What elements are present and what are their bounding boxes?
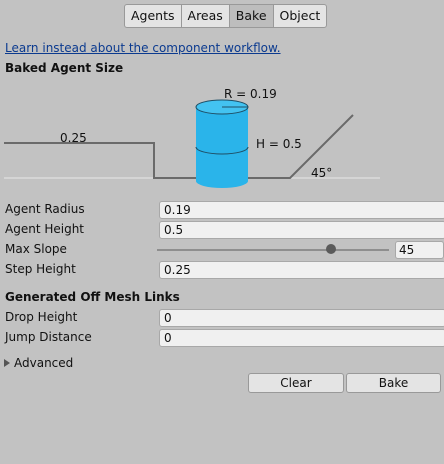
tab-areas[interactable]: Areas xyxy=(180,4,230,28)
agent-cylinder xyxy=(195,99,249,188)
max-slope-label: Max Slope xyxy=(5,242,67,256)
max-slope-input[interactable]: 45 xyxy=(395,241,444,259)
drop-height-input[interactable]: 0 xyxy=(159,309,444,327)
component-workflow-link[interactable]: Learn instead about the component workfl… xyxy=(5,41,281,55)
jump-distance-label: Jump Distance xyxy=(5,330,92,344)
step-height-field-label: Step Height xyxy=(5,262,76,276)
agent-size-diagram: 0.25 R = 0.19 H = 0.5 45° xyxy=(4,87,380,188)
height-label: H = 0.5 xyxy=(256,137,302,151)
slope-angle-label: 45° xyxy=(311,166,332,180)
step-height-label: 0.25 xyxy=(60,131,87,145)
advanced-foldout[interactable]: Advanced xyxy=(4,356,73,370)
tab-bake[interactable]: Bake xyxy=(228,4,274,28)
drop-height-label: Drop Height xyxy=(5,310,78,324)
drop-height-row: Drop Height 0 xyxy=(5,309,444,327)
jump-distance-input[interactable]: 0 xyxy=(159,329,444,347)
agent-height-label: Agent Height xyxy=(5,222,85,236)
agent-height-input[interactable]: 0.5 xyxy=(159,221,444,239)
agent-radius-input[interactable]: 0.19 xyxy=(159,201,444,219)
off-mesh-links-title: Generated Off Mesh Links xyxy=(5,290,180,304)
jump-distance-row: Jump Distance 0 xyxy=(5,329,444,347)
step-height-input[interactable]: 0.25 xyxy=(159,261,444,279)
foldout-arrow-icon xyxy=(4,359,10,367)
step-height-row: Step Height 0.25 xyxy=(5,261,444,279)
agent-radius-label: Agent Radius xyxy=(5,202,85,216)
max-slope-slider-thumb[interactable] xyxy=(326,244,336,254)
max-slope-row: Max Slope 45 xyxy=(5,241,444,259)
tab-object[interactable]: Object xyxy=(272,4,328,28)
baked-agent-size-title: Baked Agent Size xyxy=(5,61,124,75)
agent-radius-row: Agent Radius 0.19 xyxy=(5,201,444,219)
advanced-label: Advanced xyxy=(14,356,74,370)
max-slope-slider-track[interactable] xyxy=(157,249,389,251)
tab-bar: Agents Areas Bake Object xyxy=(124,4,328,28)
bake-button[interactable]: Bake xyxy=(346,373,441,393)
agent-height-row: Agent Height 0.5 xyxy=(5,221,444,239)
clear-button[interactable]: Clear xyxy=(248,373,344,393)
radius-label: R = 0.19 xyxy=(224,87,277,101)
tab-agents[interactable]: Agents xyxy=(124,4,182,28)
